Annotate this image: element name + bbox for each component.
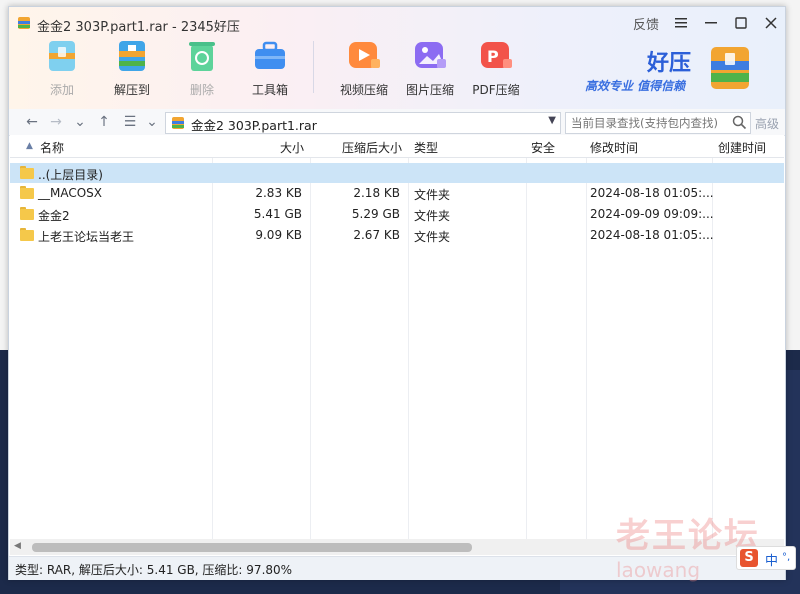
row-type: 文件夹 [414, 230, 451, 244]
row-type: 文件夹 [414, 209, 451, 223]
advanced-search-link[interactable]: 高级 [755, 115, 779, 132]
title-bar: 金金2 303P.part1.rar - 2345好压 反馈 添加 解压到 删除… [9, 7, 785, 109]
row-name: 金金2 [38, 209, 70, 223]
svg-text:P: P [487, 47, 499, 66]
table-row-parent-directory[interactable]: ..(上层目录) [10, 163, 784, 183]
search-box[interactable] [565, 112, 751, 134]
folder-icon [20, 186, 34, 199]
row-modified: 2024-08-18 01:05:... [590, 186, 714, 200]
close-icon[interactable] [763, 15, 779, 31]
window-title: 金金2 303P.part1.rar - 2345好压 [37, 20, 240, 35]
column-header-row: ▲ 名称 大小 压缩后大小 类型 安全 修改时间 创建时间 [10, 135, 784, 158]
brand-name: 好压 [647, 51, 692, 76]
row-packed-size: 2.18 KB [353, 186, 400, 200]
row-name: __MACOSX [38, 186, 103, 200]
row-packed-size: 2.67 KB [353, 228, 400, 242]
up-level-icon[interactable]: ↑ [95, 113, 113, 131]
path-combobox[interactable]: 金金2 303P.part1.rar ▼ [165, 112, 561, 134]
file-list: ▲ 名称 大小 压缩后大小 类型 安全 修改时间 创建时间 ..(上层目录) _… [10, 135, 784, 539]
path-dropdown-icon[interactable]: ▼ [548, 115, 556, 126]
maximize-icon[interactable] [733, 15, 749, 31]
add-archive-icon [43, 37, 81, 75]
row-modified: 2024-08-18 01:05:... [590, 228, 714, 242]
pdf-compress-label: PDF压缩 [472, 83, 520, 97]
column-header-name[interactable]: 名称 [40, 139, 64, 156]
row-size: 9.09 KB [255, 228, 302, 242]
folder-icon [20, 166, 34, 179]
view-mode-dropdown-icon[interactable]: ⌄ [143, 113, 161, 131]
app-logo-icon [18, 17, 30, 29]
search-icon[interactable] [732, 115, 747, 130]
toolbar-separator [313, 41, 314, 93]
row-packed-size: 5.29 GB [351, 207, 400, 221]
image-compress-label: 图片压缩 [405, 83, 454, 97]
row-size: 2.83 KB [255, 186, 302, 200]
back-icon[interactable]: ← [23, 113, 41, 131]
ime-punctuation-icon: °, [782, 552, 791, 563]
folder-icon [20, 228, 34, 241]
toolbox-label: 工具箱 [251, 83, 288, 97]
folder-icon [20, 207, 34, 220]
delete-recycle-icon [183, 37, 221, 75]
ime-toolbar[interactable]: S 中 °, [736, 546, 796, 570]
ime-language: 中 [765, 554, 779, 569]
extract-to-label: 解压到 [113, 83, 150, 97]
view-mode-icon[interactable]: ☰ [121, 113, 139, 131]
row-name: ..(上层目录) [38, 168, 103, 182]
pdf-compress-button[interactable]: P PDF压缩 [461, 37, 531, 98]
row-modified: 2024-09-09 09:09:... [590, 207, 714, 221]
sogou-ime-icon: S [740, 549, 758, 567]
toolbox-icon [251, 37, 289, 75]
history-dropdown-icon[interactable]: ⌄ [71, 113, 89, 131]
video-compress-label: 视频压缩 [339, 83, 388, 97]
column-header-created[interactable]: 创建时间 [718, 139, 766, 156]
column-header-type[interactable]: 类型 [414, 139, 438, 156]
image-compress-icon [411, 37, 449, 75]
search-input[interactable] [569, 114, 731, 132]
address-bar: ← → ⌄ ↑ ☰ ⌄ 金金2 303P.part1.rar ▼ 高级 [9, 109, 785, 136]
column-header-security[interactable]: 安全 [531, 139, 555, 156]
path-text: 金金2 303P.part1.rar [191, 118, 317, 133]
sort-ascending-icon: ▲ [26, 141, 33, 151]
minimize-icon[interactable] [703, 15, 719, 31]
row-name: 上老王论坛当老王 [38, 230, 135, 244]
feedback-link[interactable]: 反馈 [633, 14, 659, 33]
forward-icon[interactable]: → [47, 113, 65, 131]
extract-to-icon [113, 37, 151, 75]
add-label: 添加 [49, 83, 74, 97]
extract-to-button[interactable]: 解压到 [97, 37, 167, 98]
video-compress-button[interactable]: 视频压缩 [329, 37, 399, 98]
rar-file-icon [172, 117, 184, 129]
column-header-packed-size[interactable]: 压缩后大小 [342, 139, 402, 156]
table-row[interactable]: 金金2 5.41 GB 5.29 GB 文件夹 2024-09-09 09:09… [10, 204, 784, 224]
menu-icon[interactable] [673, 15, 689, 31]
row-size: 5.41 GB [253, 207, 302, 221]
scrollbar-thumb[interactable] [32, 543, 472, 552]
row-type: 文件夹 [414, 188, 451, 202]
watermark-sub-text: laowang [616, 558, 701, 582]
scroll-left-icon[interactable]: ◀ [14, 541, 21, 551]
table-row[interactable]: 上老王论坛当老王 9.09 KB 2.67 KB 文件夹 2024-08-18 … [10, 225, 784, 245]
video-compress-icon [345, 37, 383, 75]
table-row[interactable]: __MACOSX 2.83 KB 2.18 KB 文件夹 2024-08-18 … [10, 183, 784, 203]
brand-logo: 好压 高效专业 值得信赖 [585, 43, 781, 99]
image-compress-button[interactable]: 图片压缩 [395, 37, 465, 98]
add-button[interactable]: 添加 [27, 37, 97, 98]
haozip-window: 金金2 303P.part1.rar - 2345好压 反馈 添加 解压到 删除… [8, 6, 786, 580]
brand-slogan: 高效专业 值得信赖 [585, 79, 686, 93]
window-controls: 反馈 [633, 13, 779, 33]
status-text: 类型: RAR, 解压后大小: 5.41 GB, 压缩比: 97.80% [15, 563, 293, 577]
brand-archive-icon [711, 47, 749, 89]
pdf-compress-icon: P [477, 37, 515, 75]
delete-label: 删除 [189, 83, 214, 97]
toolbox-button[interactable]: 工具箱 [235, 37, 305, 98]
delete-button[interactable]: 删除 [167, 37, 237, 98]
column-header-modified[interactable]: 修改时间 [590, 139, 638, 156]
column-header-size[interactable]: 大小 [280, 139, 304, 156]
